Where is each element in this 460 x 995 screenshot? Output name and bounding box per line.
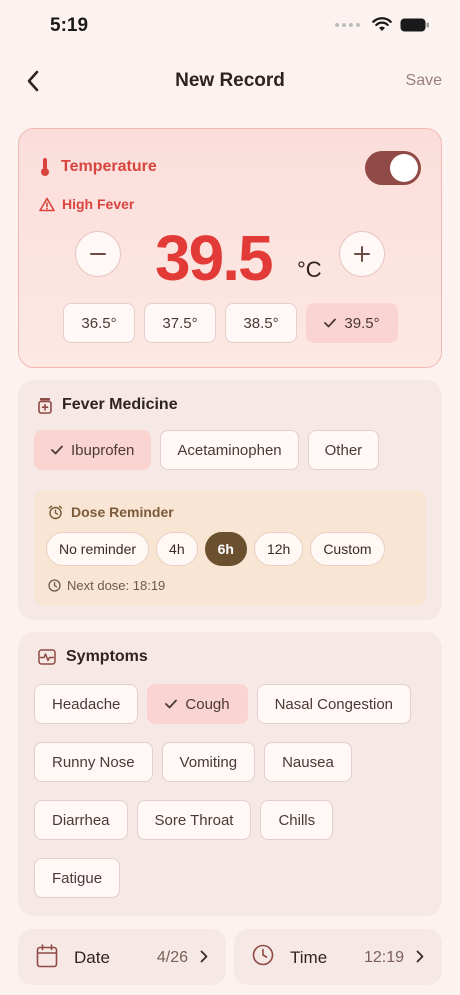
medicine-chip-selected[interactable]: Ibuprofen [34,430,152,470]
clock-icon [48,579,61,592]
minus-icon [90,253,106,255]
reminder-option[interactable]: No reminder [46,532,150,566]
medicine-chip[interactable]: Other [307,430,380,470]
temperature-label: Temperature [61,158,157,175]
status-time: 5:19 [50,15,89,36]
chevron-right-icon [416,950,424,963]
medicine-chip[interactable]: Acetaminophen [160,430,299,470]
signal-icon [335,22,360,27]
reminder-option[interactable]: 4h [156,532,198,566]
nav-bar: New Record Save [0,56,460,108]
reminder-option-selected[interactable]: 6h [204,532,247,566]
checkmark-icon [324,318,337,328]
symptom-row: Diarrhea Sore Throat Chills [34,800,434,840]
date-picker[interactable]: Date 4/26 [18,929,226,985]
chevron-right-icon [200,950,208,963]
next-dose-text: Next dose: 18:19 [67,578,166,593]
status-bar: 5:19 [0,0,460,54]
dose-reminder-panel: Dose Reminder No reminder 4h 6h 12h Cust… [34,490,426,606]
temperature-header: Temperature [39,157,157,177]
toggle-knob [390,154,418,182]
preset-chip[interactable]: 36.5° [63,303,135,343]
time-label: Time [290,948,328,967]
symptom-chip[interactable]: Vomiting [161,742,256,782]
heart-rate-icon [38,649,56,665]
symptom-chip-selected[interactable]: Cough [147,684,248,724]
status-icons [335,17,430,32]
symptoms-card: Symptoms Headache Cough Nasal Congestion… [18,632,442,916]
clock-icon [252,944,274,966]
symptom-chip[interactable]: Chills [260,800,334,840]
alarm-clock-icon [48,505,63,519]
symptom-chip[interactable]: Nasal Congestion [256,684,411,724]
checkmark-icon [51,445,63,455]
symptom-chip[interactable]: Diarrhea [34,800,128,840]
dose-reminder-header: Dose Reminder [48,504,174,520]
preset-chip-selected[interactable]: 39.5° [306,303,398,343]
symptom-options: Headache Cough Nasal Congestion Runny No… [34,684,434,916]
symptom-chip[interactable]: Runny Nose [34,742,153,782]
save-button[interactable]: Save [406,72,442,90]
date-label: Date [74,948,110,967]
fever-alert: High Fever [39,196,134,212]
calendar-icon [36,944,58,968]
temperature-card: Temperature High Fever 39.5 °C 36.5° 37.… [18,128,442,368]
time-picker[interactable]: Time 12:19 [234,929,442,985]
reminder-interval-options: No reminder 4h 6h 12h Custom [46,532,385,566]
warning-icon [39,197,55,211]
preset-chip[interactable]: 38.5° [225,303,297,343]
medicine-options: Ibuprofen Acetaminophen Other [34,430,380,470]
page-title: New Record [175,70,285,91]
temperature-presets: 36.5° 37.5° 38.5° 39.5° [63,303,398,343]
medicine-icon [38,397,52,414]
symptom-chip[interactable]: Fatigue [34,858,121,898]
symptom-row: Fatigue [34,858,434,898]
decrease-temperature-button[interactable] [75,231,121,277]
wifi-icon [372,17,392,31]
symptom-chip[interactable]: Nausea [264,742,352,782]
symptom-row: Headache Cough Nasal Congestion [34,684,434,724]
thermometer-icon [41,158,49,176]
plus-icon [354,246,370,262]
preset-chip[interactable]: 37.5° [144,303,216,343]
temperature-toggle[interactable] [365,151,421,185]
date-value: 4/26 [156,949,188,966]
symptoms-title: Symptoms [66,648,148,665]
fever-medicine-card: Fever Medicine Ibuprofen Acetaminophen O… [18,380,442,620]
fever-alert-label: High Fever [62,196,135,212]
next-dose-info: Next dose: 18:19 [48,578,165,593]
time-value: 12:19 [363,949,404,966]
battery-icon [400,18,429,31]
temperature-unit: °C [297,257,322,282]
dose-reminder-title: Dose Reminder [71,504,174,520]
reminder-option[interactable]: 12h [253,532,304,566]
medicine-title: Fever Medicine [62,396,178,413]
symptoms-header: Symptoms [38,648,148,666]
temperature-value: 39.5 [155,222,274,294]
symptom-chip[interactable]: Sore Throat [136,800,252,840]
medicine-header: Fever Medicine [38,396,178,414]
checkmark-icon [165,699,178,709]
symptom-row: Runny Nose Vomiting Nausea [34,742,434,782]
reminder-option[interactable]: Custom [310,532,385,566]
increase-temperature-button[interactable] [339,231,385,277]
symptom-chip[interactable]: Headache [34,684,139,724]
